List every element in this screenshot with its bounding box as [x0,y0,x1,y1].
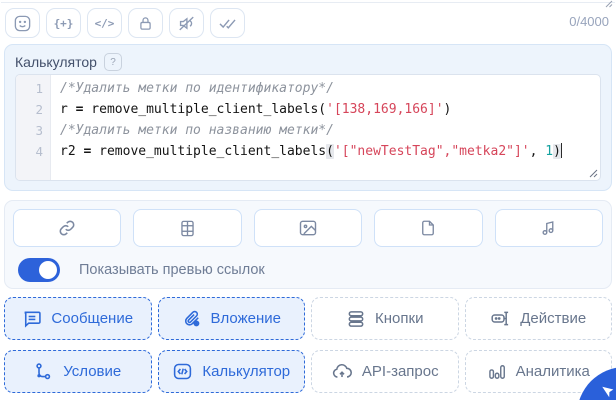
attachment-icon [182,309,202,329]
block-label: Кнопки [375,310,424,327]
toggle-knob [39,260,57,279]
braces-plus-icon: {+} [53,16,74,30]
image-icon [298,218,318,238]
lock-button[interactable] [128,8,163,38]
cursor-pointer-icon [598,385,614,400]
help-icon[interactable]: ? [103,53,122,71]
mute-button[interactable] [169,8,204,38]
attach-link-button[interactable] [13,209,122,247]
code-line[interactable]: 3/*Удалить метки по названию метки*/ [16,120,600,141]
audio-icon [540,219,558,237]
textarea-bottom-border [1,2,615,3]
emoji-button[interactable] [5,8,40,38]
message-icon [22,309,42,329]
block-label: Вложение [210,310,281,327]
api-cloud-icon [331,361,353,383]
block-label: API-запрос [361,363,439,380]
emoji-icon [13,14,32,33]
text-cursor [560,143,562,158]
code-line[interactable]: 1/*Удалить метки по идентификатору*/ [16,78,600,99]
read-receipt-button[interactable] [210,8,245,38]
lock-icon [137,15,154,32]
line-number: 2 [35,102,43,117]
attachment-type-row [13,209,604,247]
block-message-button[interactable]: Сообщение [4,297,152,340]
link-preview-row: Показывать превью ссылок [13,257,603,282]
block-condition-button[interactable]: Условие [4,350,152,393]
calculator-header: Калькулятор ? [15,52,601,72]
code-button[interactable]: </> [87,8,122,38]
calculator-label: Калькулятор [15,54,97,70]
variables-button[interactable]: {+} [46,8,81,38]
block-label: Действие [520,310,587,327]
buttons-icon [346,309,366,329]
link-icon [57,218,77,238]
code-editor[interactable]: 1/*Удалить метки по идентификатору*/2 r =… [15,74,601,181]
resize-grip-icon[interactable] [602,0,613,8]
attachments-panel: Показывать превью ссылок [4,200,612,289]
char-counter: 0/4000 [569,14,609,29]
link-preview-toggle[interactable] [18,257,60,282]
block-action-button[interactable]: Действие [464,297,612,340]
block-label: Сообщение [51,310,134,327]
attach-audio-button[interactable] [494,209,604,247]
speaker-muted-icon [177,14,196,33]
block-label: Калькулятор [202,363,291,380]
block-calculator-button[interactable]: Калькулятор [157,350,305,393]
block-api-button[interactable]: API-запрос [311,350,459,393]
code-line[interactable]: 4 r2 = remove_multiple_client_labels('["n… [16,141,600,162]
code-lines: 1/*Удалить метки по идентификатору*/2 r =… [16,78,600,162]
video-icon [178,219,197,238]
file-icon [419,219,437,237]
analytics-icon [487,362,507,382]
block-buttons-button[interactable]: Кнопки [311,297,459,340]
condition-icon [34,362,54,382]
attach-video-button[interactable] [133,209,242,247]
double-check-icon [218,14,237,33]
line-number: 4 [35,144,43,159]
line-number: 3 [35,123,43,138]
line-number: 1 [35,81,43,96]
block-attachment-button[interactable]: Вложение [157,297,305,340]
block-label: Условие [63,363,122,380]
attach-file-button[interactable] [374,209,483,247]
block-label: Аналитика [515,363,590,380]
bot-editor-panel: {+} </> 0/4000 Калькулятор ? 1/*Удалить м… [0,0,616,400]
formatting-toolbar: {+} </> [5,8,245,38]
block-type-grid: Сообщение Вложение Кнопки Действие Условие Ка… [4,297,612,393]
editor-resize-grip-icon[interactable] [588,168,598,178]
code-line[interactable]: 2r = remove_multiple_client_labels('[138… [16,99,600,120]
action-icon [490,308,511,329]
link-preview-label: Показывать превью ссылок [79,261,265,278]
code-icon: </> [94,16,115,30]
calculator-panel: Калькулятор ? 1/*Удалить метки по иденти… [4,44,612,191]
attach-image-button[interactable] [253,209,363,247]
calculator-icon [172,361,193,382]
